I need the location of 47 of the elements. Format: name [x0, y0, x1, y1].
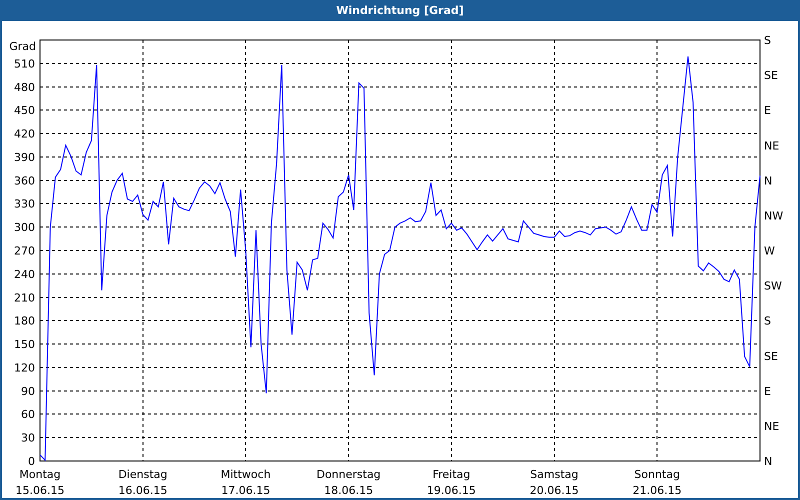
y-tick-label: 180: [14, 314, 35, 328]
date-label: 17.06.15: [221, 484, 270, 497]
y-tick-label: 270: [14, 244, 35, 258]
y-axis-title: Grad: [9, 40, 36, 53]
y-tick-label: 60: [21, 408, 35, 422]
compass-label: E: [764, 104, 771, 118]
date-label: 19.06.15: [426, 484, 476, 497]
day-label: Samstag: [530, 468, 578, 481]
y-tick-label: 330: [14, 198, 35, 211]
compass-label: S: [764, 314, 771, 328]
date-label: 20.06.15: [530, 484, 579, 497]
compass-label: SE: [764, 69, 778, 82]
compass-label: SE: [764, 350, 778, 363]
compass-label: NE: [764, 139, 780, 152]
day-label: Sonntag: [634, 468, 680, 481]
y-tick-label: 0: [28, 455, 35, 468]
y-tick-label: 480: [14, 80, 35, 94]
compass-label: NE: [764, 420, 780, 433]
y-tick-label: 30: [21, 432, 35, 445]
y-tick-label: 360: [14, 174, 35, 188]
y-tick-label: 150: [14, 338, 35, 352]
window-title: Windrichtung [Grad]: [336, 4, 464, 17]
y-tick-label: 300: [14, 221, 35, 234]
y-tick-label: 120: [14, 361, 35, 374]
date-label: 15.06.15: [16, 484, 64, 497]
y-tick-label: 420: [14, 128, 35, 141]
day-label: Montag: [19, 468, 61, 481]
date-label: 21.06.15: [632, 484, 682, 497]
y-tick-label: 90: [21, 384, 35, 398]
compass-label: W: [764, 244, 775, 258]
compass-label: N: [764, 455, 772, 468]
y-tick-label: 390: [14, 150, 35, 164]
date-label: 18.06.15: [324, 484, 374, 497]
day-label: Dienstag: [118, 468, 168, 481]
compass-label: N: [764, 174, 772, 188]
compass-label: SW: [764, 280, 782, 293]
date-label: 16.06.15: [118, 484, 168, 497]
y-tick-label: 510: [14, 57, 35, 70]
compass-label: NW: [764, 209, 784, 222]
y-tick-label: 240: [14, 268, 35, 281]
day-label: Mittwoch: [220, 468, 271, 481]
day-label: Donnerstag: [316, 468, 381, 481]
compass-label: E: [764, 384, 771, 398]
compass-label: S: [764, 34, 771, 47]
day-label: Freitag: [432, 468, 470, 481]
y-tick-label: 210: [14, 291, 35, 304]
y-tick-label: 450: [14, 104, 35, 118]
